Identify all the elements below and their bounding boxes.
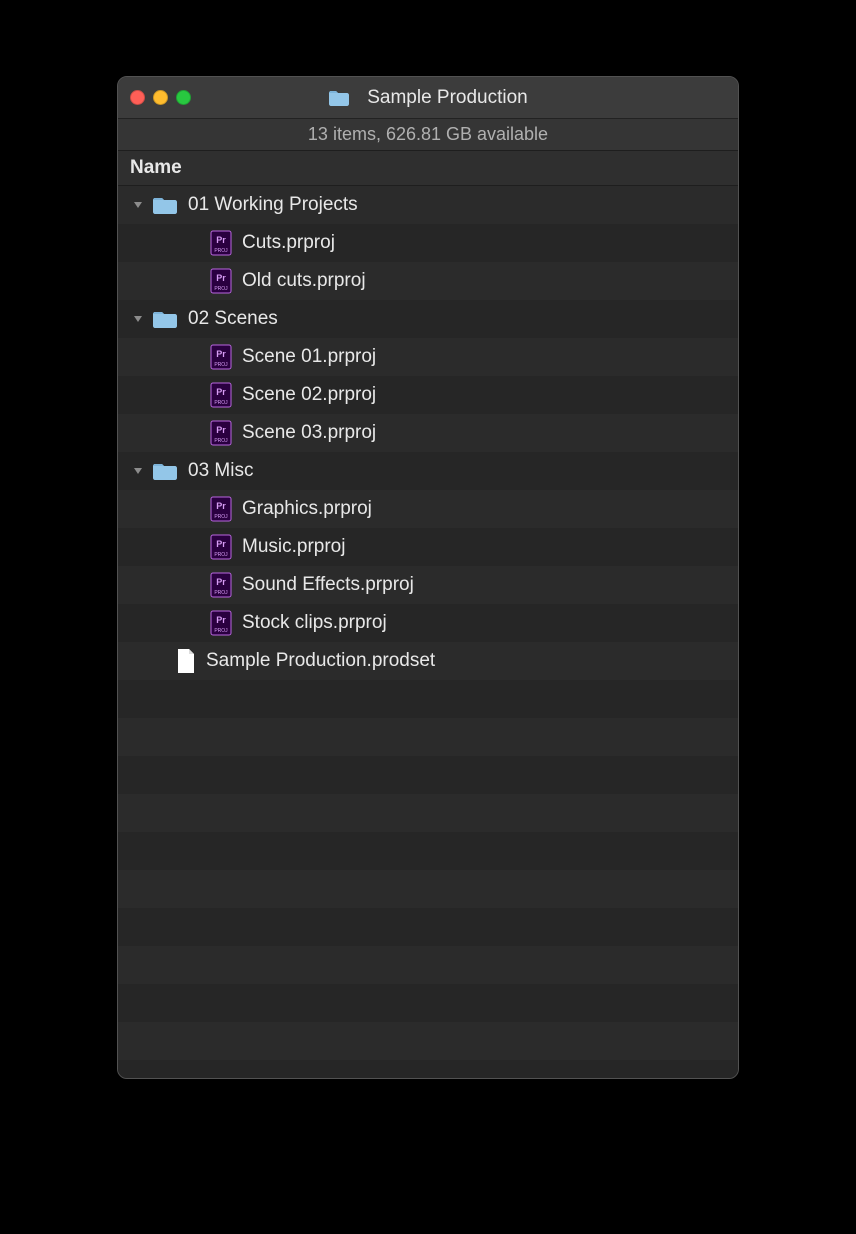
disclosure-triangle-icon[interactable] <box>130 313 146 325</box>
minimize-button[interactable] <box>153 90 168 105</box>
column-header[interactable]: Name <box>118 151 738 186</box>
svg-text:Pr: Pr <box>216 539 226 549</box>
item-label: Sample Production.prodset <box>206 650 435 672</box>
project-file-row[interactable]: Pr PROJ Sound Effects.prproj <box>118 566 738 604</box>
project-file-row[interactable]: Pr PROJ Music.prproj <box>118 528 738 566</box>
empty-row <box>118 718 738 756</box>
premiere-project-icon: Pr PROJ <box>210 420 232 446</box>
premiere-project-icon: Pr PROJ <box>210 344 232 370</box>
item-label: Scene 02.prproj <box>242 384 376 406</box>
folder-icon <box>152 195 178 215</box>
folder-icon <box>152 309 178 329</box>
file-list: 01 Working Projects Pr PROJ Cuts.prproj Pr PR… <box>118 186 738 1078</box>
project-file-row[interactable]: Pr PROJ Graphics.prproj <box>118 490 738 528</box>
document-row[interactable]: Sample Production.prodset <box>118 642 738 680</box>
empty-row <box>118 908 738 946</box>
premiere-project-icon: Pr PROJ <box>210 496 232 522</box>
empty-row <box>118 1022 738 1060</box>
project-file-row[interactable]: Pr PROJ Scene 03.prproj <box>118 414 738 452</box>
empty-row <box>118 984 738 1022</box>
svg-text:Pr: Pr <box>216 425 226 435</box>
svg-text:PROJ: PROJ <box>214 438 228 444</box>
svg-text:PROJ: PROJ <box>214 362 228 368</box>
item-label: Graphics.prproj <box>242 498 372 520</box>
column-name-label: Name <box>130 157 182 179</box>
premiere-project-icon: Pr PROJ <box>210 610 232 636</box>
project-file-row[interactable]: Pr PROJ Old cuts.prproj <box>118 262 738 300</box>
empty-row <box>118 680 738 718</box>
svg-text:Pr: Pr <box>216 387 226 397</box>
item-label: Old cuts.prproj <box>242 270 366 292</box>
project-file-row[interactable]: Pr PROJ Cuts.prproj <box>118 224 738 262</box>
title-content: Sample Production <box>118 87 738 109</box>
window-title: Sample Production <box>367 87 528 109</box>
empty-row <box>118 870 738 908</box>
svg-text:Pr: Pr <box>216 615 226 625</box>
folder-icon <box>152 461 178 481</box>
project-file-row[interactable]: Pr PROJ Scene 02.prproj <box>118 376 738 414</box>
svg-text:Pr: Pr <box>216 577 226 587</box>
empty-row <box>118 756 738 794</box>
premiere-project-icon: Pr PROJ <box>210 230 232 256</box>
svg-text:PROJ: PROJ <box>214 628 228 634</box>
empty-row <box>118 794 738 832</box>
folder-row[interactable]: 03 Misc <box>118 452 738 490</box>
item-label: Scene 03.prproj <box>242 422 376 444</box>
svg-text:Pr: Pr <box>216 501 226 511</box>
empty-row <box>118 1060 738 1079</box>
folder-row[interactable]: 01 Working Projects <box>118 186 738 224</box>
document-icon <box>176 648 196 674</box>
empty-row <box>118 832 738 870</box>
svg-text:PROJ: PROJ <box>214 400 228 406</box>
svg-text:PROJ: PROJ <box>214 248 228 254</box>
close-button[interactable] <box>130 90 145 105</box>
folder-icon <box>328 89 350 107</box>
disclosure-triangle-icon[interactable] <box>130 199 146 211</box>
premiere-project-icon: Pr PROJ <box>210 268 232 294</box>
premiere-project-icon: Pr PROJ <box>210 382 232 408</box>
premiere-project-icon: Pr PROJ <box>210 534 232 560</box>
disclosure-triangle-icon[interactable] <box>130 465 146 477</box>
item-label: Sound Effects.prproj <box>242 574 414 596</box>
item-label: Scene 01.prproj <box>242 346 376 368</box>
svg-text:PROJ: PROJ <box>214 514 228 520</box>
item-label: Stock clips.prproj <box>242 612 387 634</box>
project-file-row[interactable]: Pr PROJ Stock clips.prproj <box>118 604 738 642</box>
svg-text:Pr: Pr <box>216 349 226 359</box>
premiere-project-icon: Pr PROJ <box>210 572 232 598</box>
status-bar: 13 items, 626.81 GB available <box>118 119 738 151</box>
item-label: Music.prproj <box>242 536 345 558</box>
item-label: Cuts.prproj <box>242 232 335 254</box>
finder-window: Sample Production 13 items, 626.81 GB av… <box>117 76 739 1079</box>
traffic-lights <box>130 90 191 105</box>
svg-text:Pr: Pr <box>216 273 226 283</box>
svg-text:Pr: Pr <box>216 235 226 245</box>
titlebar[interactable]: Sample Production <box>118 77 738 119</box>
empty-row <box>118 946 738 984</box>
item-label: 02 Scenes <box>188 308 278 330</box>
item-label: 03 Misc <box>188 460 253 482</box>
project-file-row[interactable]: Pr PROJ Scene 01.prproj <box>118 338 738 376</box>
item-label: 01 Working Projects <box>188 194 358 216</box>
folder-row[interactable]: 02 Scenes <box>118 300 738 338</box>
svg-text:PROJ: PROJ <box>214 552 228 558</box>
zoom-button[interactable] <box>176 90 191 105</box>
status-text: 13 items, 626.81 GB available <box>308 124 548 145</box>
svg-text:PROJ: PROJ <box>214 590 228 596</box>
svg-text:PROJ: PROJ <box>214 286 228 292</box>
